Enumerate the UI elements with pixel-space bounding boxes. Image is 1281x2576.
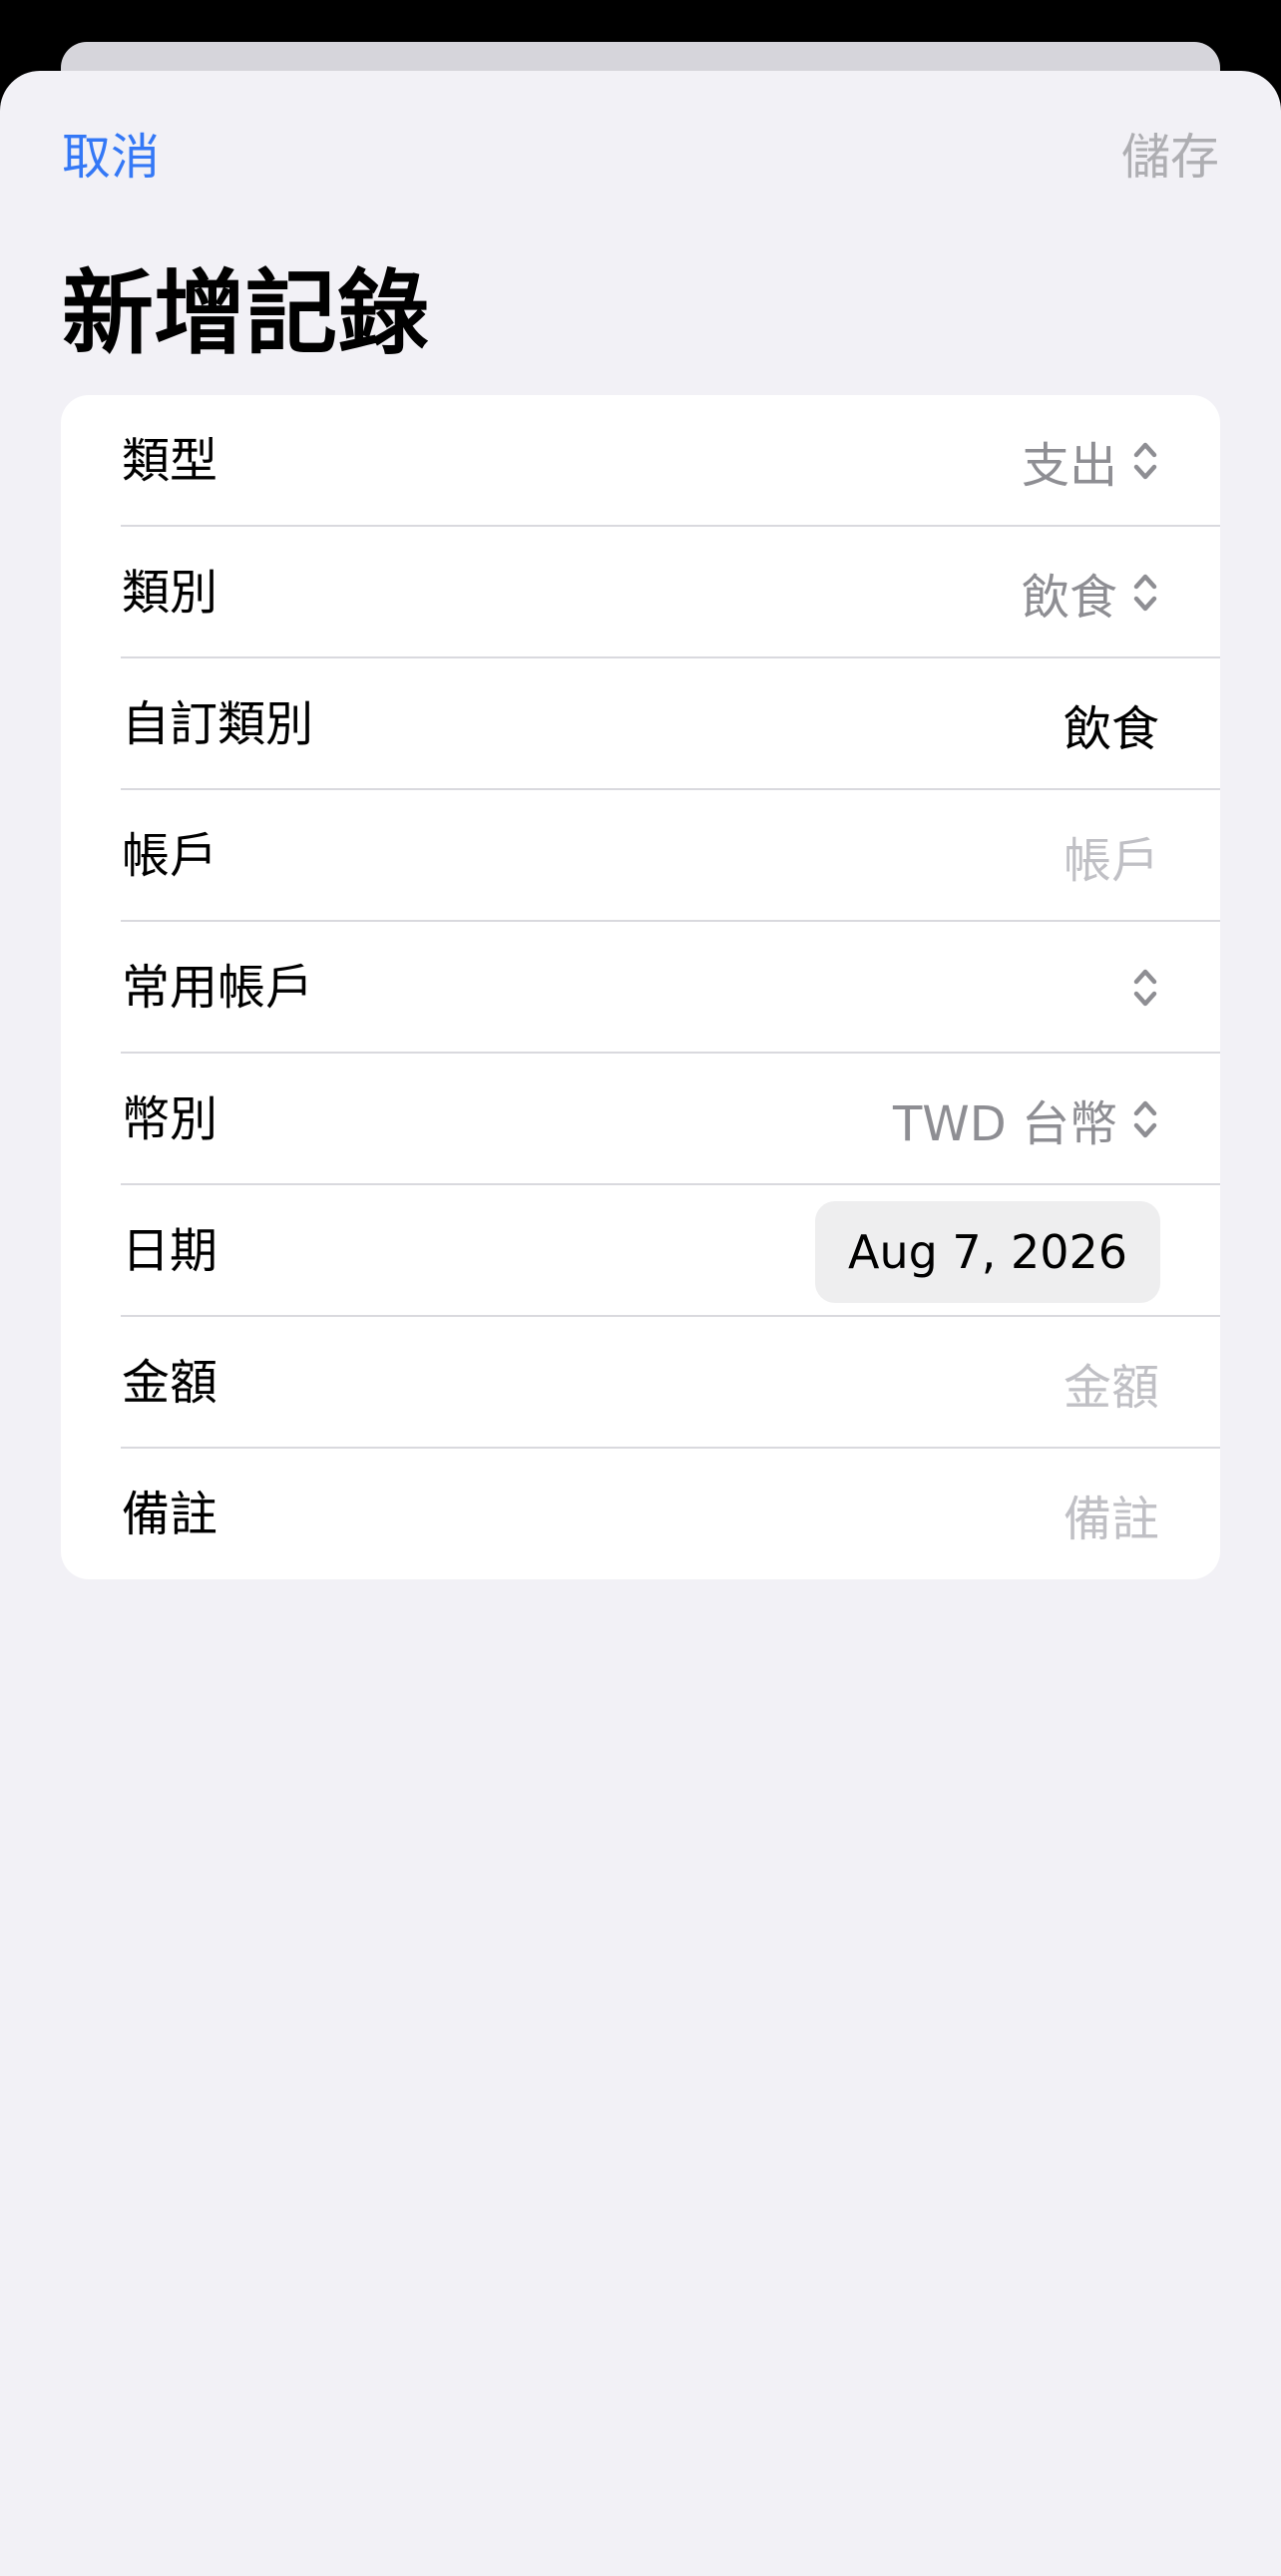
note-placeholder: 備註 [1063,1492,1159,1547]
account-placeholder: 帳戶 [1063,833,1159,889]
note-label: 備註 [122,1487,218,1542]
date-row[interactable]: 日期 Aug 7, 2026 [61,1185,1220,1317]
custom-category-field[interactable]: 飲食 [1064,658,1159,790]
type-row[interactable]: 類型 支出 [61,395,1220,527]
category-label: 類別 [122,565,218,621]
amount-field[interactable]: 金額 [1064,1317,1159,1449]
date-picker-button[interactable]: Aug 7, 2026 [815,1201,1160,1303]
chevron-up-down-icon [1133,1100,1157,1138]
category-picker[interactable]: 飲食 [1022,527,1159,658]
account-field[interactable]: 帳戶 [1064,790,1159,922]
category-row[interactable]: 類別 飲食 [61,527,1220,658]
amount-placeholder: 金額 [1063,1360,1159,1416]
chevron-up-down-icon [1133,442,1157,480]
page-title: 新增記錄 [62,260,430,367]
account-label: 帳戶 [122,828,218,884]
note-row[interactable]: 備註 備註 [61,1449,1220,1579]
type-value: 支出 [1021,438,1117,494]
record-form: 類型 支出 類別 飲食 自訂類別 飲食 帳戶 帳戶 常用帳戶 幣別 TWD 台幣… [61,395,1220,1579]
cancel-button[interactable]: 取消 [62,128,160,188]
category-value: 飲食 [1021,570,1117,626]
type-label: 類型 [122,433,218,489]
account-row[interactable]: 帳戶 帳戶 [61,790,1220,922]
chevron-up-down-icon [1133,969,1157,1007]
frequent-account-row[interactable]: 常用帳戶 [61,922,1220,1054]
custom-category-row[interactable]: 自訂類別 飲食 [61,658,1220,790]
currency-picker[interactable]: TWD 台幣 [893,1054,1159,1185]
save-button[interactable]: 儲存 [1121,128,1219,188]
chevron-up-down-icon [1133,574,1157,612]
amount-row[interactable]: 金額 金額 [61,1317,1220,1449]
frequent-account-label: 常用帳戶 [122,960,314,1016]
amount-label: 金額 [122,1355,218,1411]
currency-label: 幣別 [122,1091,218,1147]
currency-row[interactable]: 幣別 TWD 台幣 [61,1054,1220,1185]
note-field[interactable]: 備註 [1064,1449,1159,1579]
custom-category-label: 自訂類別 [122,696,314,752]
custom-category-value: 飲食 [1063,701,1159,757]
currency-value: TWD 台幣 [892,1096,1117,1152]
date-label: 日期 [122,1223,218,1279]
frequent-account-picker[interactable] [1117,922,1159,1054]
type-picker[interactable]: 支出 [1022,395,1159,527]
